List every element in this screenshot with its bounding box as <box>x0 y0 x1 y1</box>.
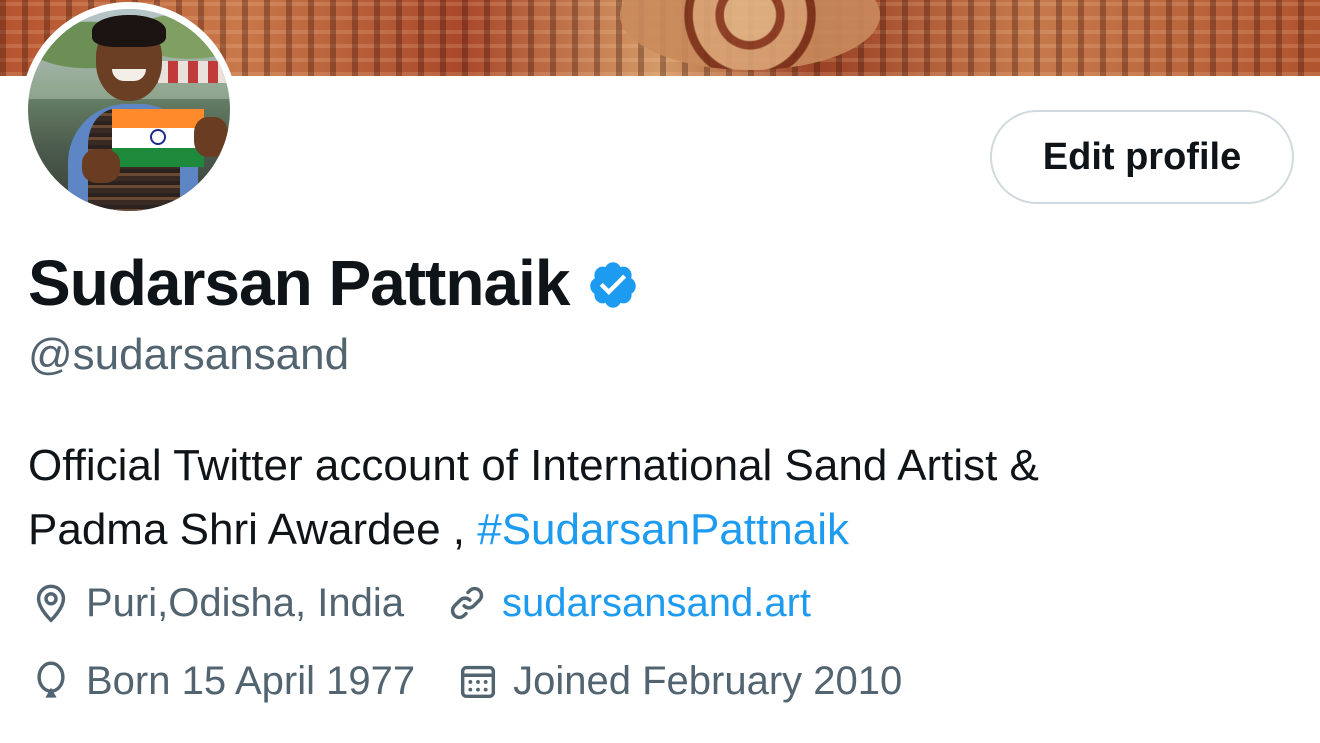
profile-name-row: Sudarsan Pattnaik <box>28 246 639 320</box>
birth-text: Born 15 April 1977 <box>86 658 416 703</box>
bio-hashtag-link[interactable]: #SudarsanPattnaik <box>477 505 849 554</box>
profile-page: Edit profile Sudarsan Pattnaik @sudarsan… <box>0 0 1320 743</box>
edit-profile-button[interactable]: Edit profile <box>990 110 1294 204</box>
link-icon <box>450 586 484 620</box>
balloon-icon <box>37 661 65 698</box>
website-item: sudarsansand.art <box>444 580 811 626</box>
joined-text: Joined February 2010 <box>513 658 903 703</box>
bio-text-2: Padma Shri Awardee , <box>28 505 478 554</box>
location-pin-icon <box>36 584 66 623</box>
location-text: Puri,Odisha, India <box>86 580 404 625</box>
calendar-icon <box>461 665 496 699</box>
profile-handle: @sudarsansand <box>28 330 350 379</box>
avatar[interactable] <box>21 2 237 218</box>
joined-item: Joined February 2010 <box>455 658 902 704</box>
profile-meta-row-2: Born 15 April 1977 Joined February 2010 <box>28 658 902 704</box>
profile-meta-row-1: Puri,Odisha, India sudarsansand.art <box>28 580 811 626</box>
bio-line-1: Official Twitter account of Internationa… <box>28 441 1039 490</box>
profile-bio: Official Twitter account of Internationa… <box>28 434 1228 562</box>
profile-name: Sudarsan Pattnaik <box>28 247 570 319</box>
avatar-image <box>28 9 230 211</box>
banner-carving-image <box>620 0 880 70</box>
birth-item: Born 15 April 1977 <box>28 658 415 704</box>
location-item: Puri,Odisha, India <box>28 580 404 626</box>
bio-line-2: Padma Shri Awardee , #SudarsanPattnaik <box>28 498 1228 562</box>
website-link[interactable]: sudarsansand.art <box>502 581 811 626</box>
verified-badge-icon[interactable] <box>587 259 639 311</box>
flag-image <box>112 109 204 167</box>
